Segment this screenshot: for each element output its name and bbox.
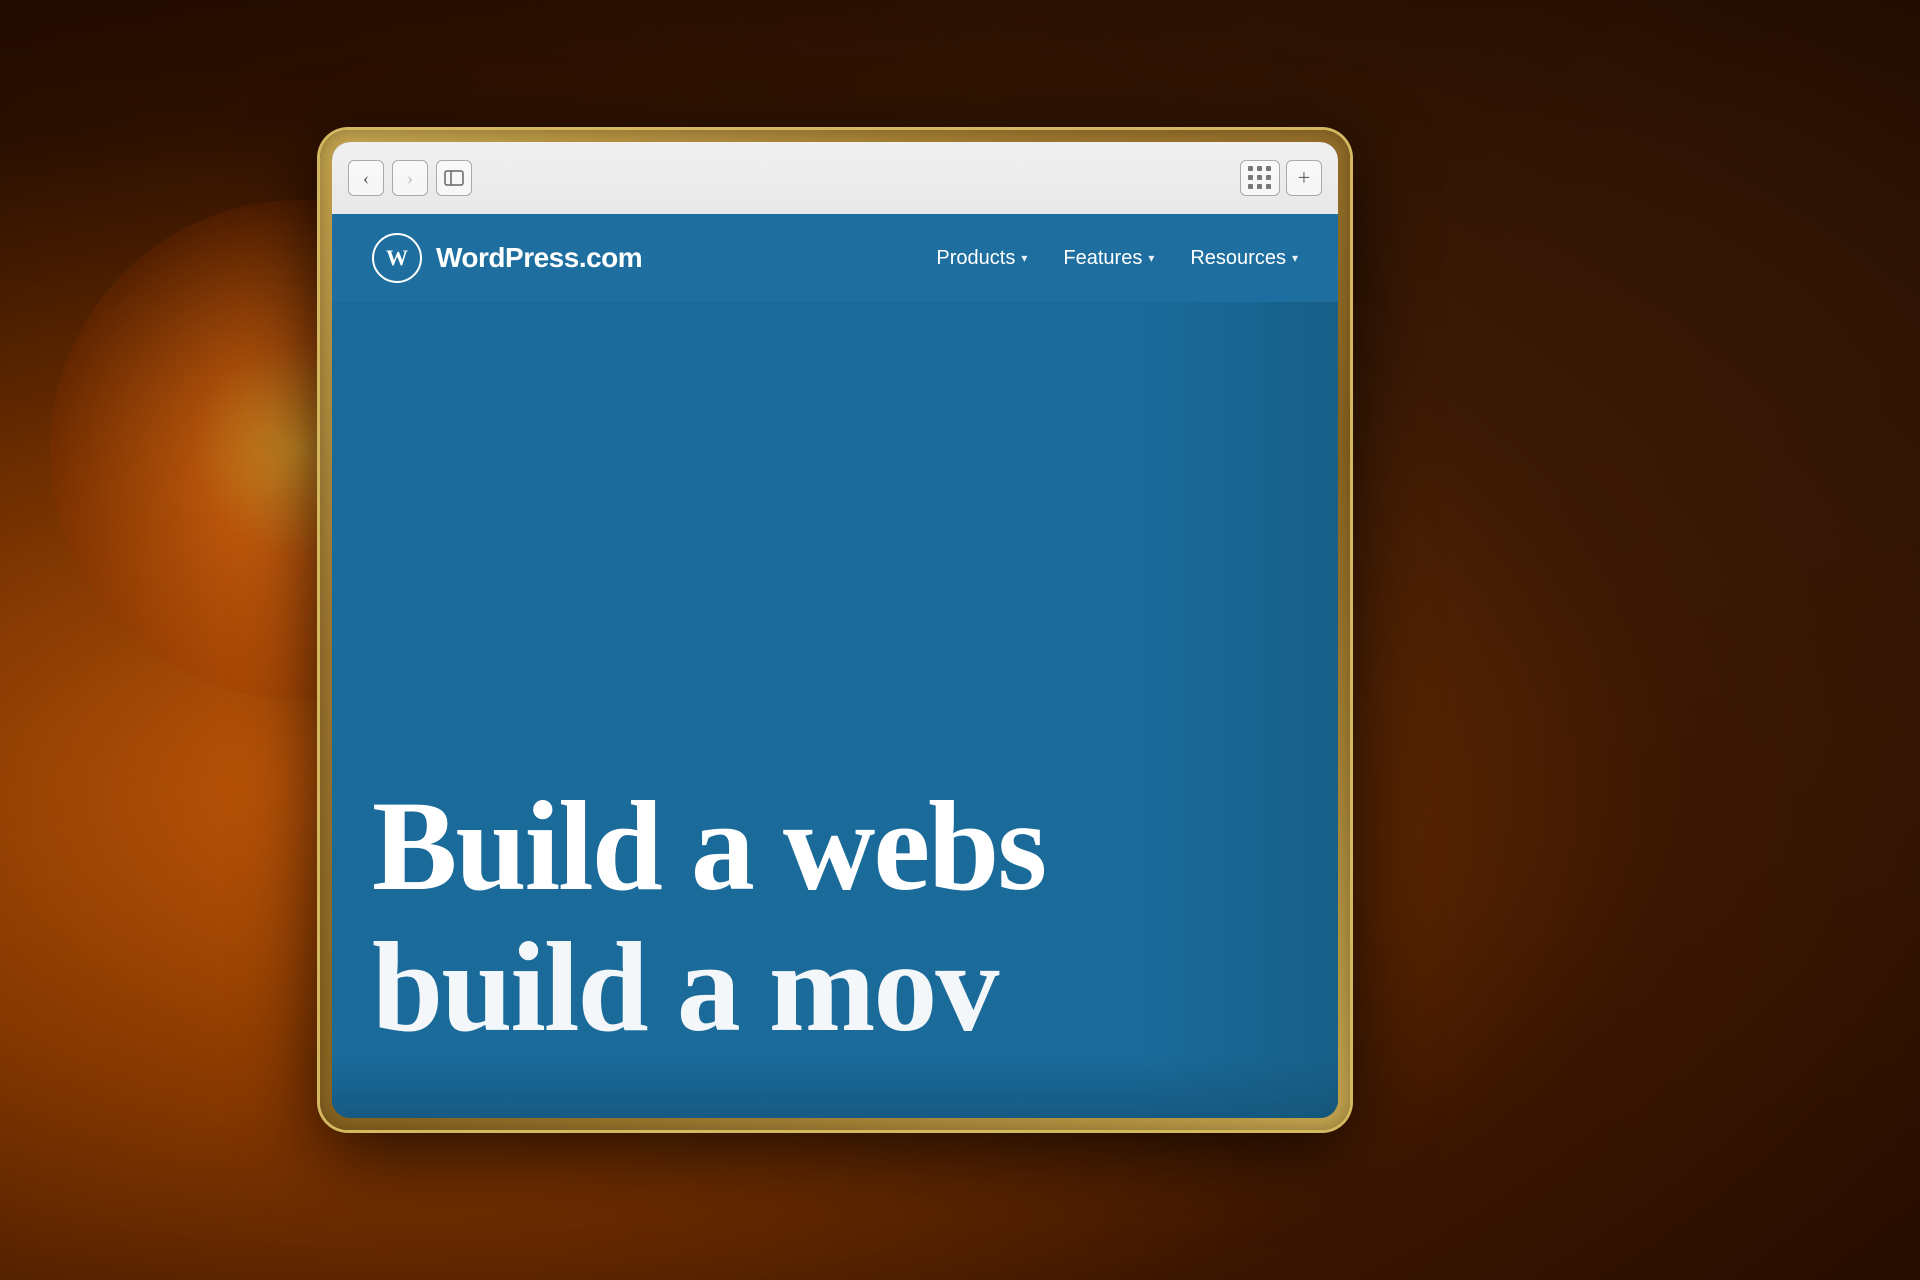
forward-arrow-icon: ›	[407, 168, 413, 189]
nav-products[interactable]: Products ▾	[936, 247, 1027, 270]
nav-products-label: Products	[936, 247, 1015, 270]
grid-icon	[1248, 166, 1272, 190]
hero-line2: build a mov	[372, 917, 1045, 1058]
site-name: WordPress.com	[436, 242, 642, 274]
nav-features-label: Features	[1063, 247, 1142, 270]
right-edge-fade	[1138, 302, 1338, 1118]
device-screen: ‹ ›	[332, 142, 1338, 1118]
wordpress-logo: W	[372, 233, 422, 283]
nav-features[interactable]: Features ▾	[1063, 247, 1154, 270]
wp-logo-letter: W	[386, 245, 408, 271]
sidebar-icon	[444, 170, 464, 186]
hero-text: Build a webs build a mov	[372, 776, 1045, 1058]
features-chevron-icon: ▾	[1148, 251, 1154, 265]
products-chevron-icon: ▾	[1021, 251, 1027, 265]
back-arrow-icon: ‹	[363, 168, 369, 189]
device-frame: ‹ ›	[320, 130, 1350, 1130]
nav-resources-label: Resources	[1190, 247, 1286, 270]
nav-resources[interactable]: Resources ▾	[1190, 247, 1298, 270]
hero-section: Build a webs build a mov	[332, 302, 1338, 1118]
new-tab-button[interactable]: +	[1286, 160, 1322, 196]
plus-icon: +	[1298, 167, 1310, 189]
back-button[interactable]: ‹	[348, 160, 384, 196]
website-content: W WordPress.com Products ▾ Features ▾	[332, 214, 1338, 1118]
browser-chrome: ‹ ›	[332, 142, 1338, 214]
wordpress-nav: W WordPress.com Products ▾ Features ▾	[332, 214, 1338, 302]
hero-line1: Build a webs	[372, 776, 1045, 917]
resources-chevron-icon: ▾	[1292, 251, 1298, 265]
extensions-button[interactable]	[1240, 160, 1280, 196]
nav-items: Products ▾ Features ▾ Resources ▾	[936, 247, 1298, 270]
wordpress-logo-area[interactable]: W WordPress.com	[372, 233, 642, 283]
browser-right-controls: +	[1240, 160, 1322, 196]
forward-button[interactable]: ›	[392, 160, 428, 196]
sidebar-toggle-button[interactable]	[436, 160, 472, 196]
